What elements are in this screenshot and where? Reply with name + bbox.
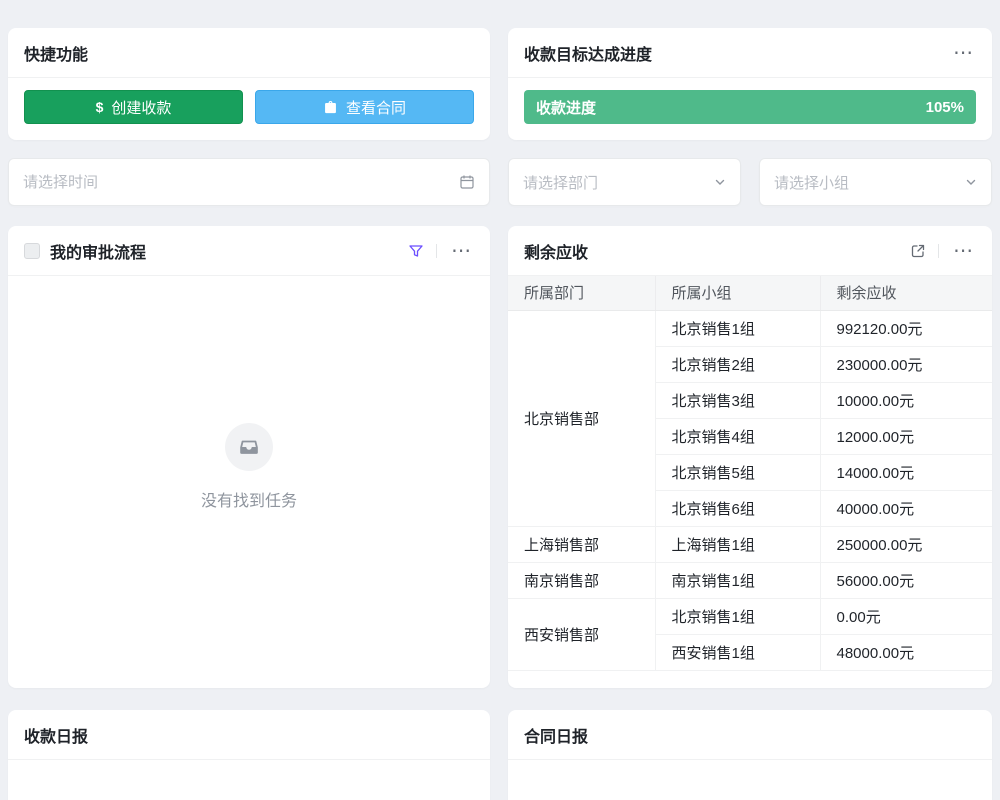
- department-cell: 上海销售部: [508, 526, 655, 562]
- create-payment-button[interactable]: $ 创建收款: [24, 90, 243, 124]
- group-cell: 北京销售1组: [655, 310, 820, 346]
- group-cell: 北京销售3组: [655, 382, 820, 418]
- empty-state-text: 没有找到任务: [201, 487, 297, 511]
- payment-daily-card: 收款日报: [8, 710, 490, 800]
- amount-cell: 14000.00元: [820, 454, 992, 490]
- table-row: 北京销售部 北京销售1组 992120.00元: [508, 310, 992, 346]
- approval-card: 我的审批流程 ⋯ 没有找到任务: [8, 226, 490, 688]
- receivables-table: 所属部门 所属小组 剩余应收 北京销售部 北京销售1组 992120.00元 北…: [508, 276, 992, 671]
- group-select-value: 请选择小组: [774, 172, 849, 193]
- department-cell: 西安销售部: [508, 598, 655, 670]
- progress-bar-value: 105%: [926, 99, 964, 116]
- progress-card-header: 收款目标达成进度 ⋯: [508, 28, 992, 78]
- filter-row: 请选择部门 请选择小组: [8, 158, 992, 206]
- amount-cell: 230000.00元: [820, 346, 992, 382]
- group-cell: 北京销售5组: [655, 454, 820, 490]
- payment-progress-bar: 收款进度 105%: [524, 90, 976, 124]
- empty-inbox-circle: [225, 423, 273, 471]
- briefcase-icon: [323, 100, 338, 115]
- view-contract-button[interactable]: 查看合同: [255, 90, 474, 124]
- department-cell: 南京销售部: [508, 562, 655, 598]
- receivables-card-header: 剩余应收 ⋯: [508, 226, 992, 276]
- dollar-icon: $: [96, 99, 104, 115]
- bottom-row: 收款日报 合同日报: [8, 710, 992, 800]
- external-link-icon[interactable]: [910, 243, 926, 259]
- group-cell: 南京销售1组: [655, 562, 820, 598]
- group-cell: 北京销售4组: [655, 418, 820, 454]
- view-contract-label: 查看合同: [346, 97, 406, 118]
- group-cell: 上海销售1组: [655, 526, 820, 562]
- payment-daily-title: 收款日报: [24, 723, 88, 747]
- payment-daily-header: 收款日报: [8, 710, 490, 760]
- quick-actions-header: 快捷功能: [8, 28, 490, 78]
- main-row: 我的审批流程 ⋯ 没有找到任务: [8, 226, 992, 688]
- progress-card-title: 收款目标达成进度: [524, 41, 652, 65]
- time-input[interactable]: [23, 174, 459, 191]
- group-cell: 北京销售6组: [655, 490, 820, 526]
- create-payment-label: 创建收款: [111, 97, 171, 118]
- contract-daily-card: 合同日报: [508, 710, 992, 800]
- group-cell: 北京销售2组: [655, 346, 820, 382]
- more-icon[interactable]: ⋯: [449, 239, 474, 263]
- inbox-icon: [238, 436, 260, 458]
- progress-card-body: 收款进度 105%: [508, 78, 992, 140]
- column-header-amount: 剩余应收: [820, 276, 992, 310]
- more-icon[interactable]: ⋯: [951, 41, 976, 65]
- calendar-icon: [459, 174, 475, 190]
- table-row: 南京销售部 南京销售1组 56000.00元: [508, 562, 992, 598]
- department-select-value: 请选择部门: [523, 172, 598, 193]
- select-all-checkbox[interactable]: [24, 243, 40, 259]
- table-header-row: 所属部门 所属小组 剩余应收: [508, 276, 992, 310]
- contract-daily-header: 合同日报: [508, 710, 992, 760]
- more-icon[interactable]: ⋯: [951, 239, 976, 263]
- group-select[interactable]: 请选择小组: [759, 158, 992, 206]
- table-row: 西安销售部 北京销售1组 0.00元: [508, 598, 992, 634]
- chevron-down-icon: [714, 176, 726, 188]
- amount-cell: 12000.00元: [820, 418, 992, 454]
- quick-actions-title: 快捷功能: [24, 41, 88, 65]
- department-cell: 北京销售部: [508, 310, 655, 526]
- contract-daily-title: 合同日报: [524, 723, 588, 747]
- column-header-group: 所属小组: [655, 276, 820, 310]
- amount-cell: 992120.00元: [820, 310, 992, 346]
- amount-cell: 10000.00元: [820, 382, 992, 418]
- column-header-department: 所属部门: [508, 276, 655, 310]
- header-divider: [938, 244, 939, 258]
- quick-actions-body: $ 创建收款 查看合同: [8, 78, 490, 140]
- amount-cell: 40000.00元: [820, 490, 992, 526]
- amount-cell: 0.00元: [820, 598, 992, 634]
- group-cell: 西安销售1组: [655, 634, 820, 670]
- time-picker[interactable]: [8, 158, 490, 206]
- top-row: 快捷功能 $ 创建收款 查看合同 收款目标达成进度: [8, 28, 992, 140]
- progress-card: 收款目标达成进度 ⋯ 收款进度 105%: [508, 28, 992, 140]
- progress-bar-label: 收款进度: [536, 97, 596, 118]
- amount-cell: 250000.00元: [820, 526, 992, 562]
- chevron-down-icon: [965, 176, 977, 188]
- approval-card-header: 我的审批流程 ⋯: [8, 226, 490, 276]
- header-divider: [436, 244, 437, 258]
- amount-cell: 56000.00元: [820, 562, 992, 598]
- receivables-card: 剩余应收 ⋯ 所属部门 所属小组 剩余应收: [508, 226, 992, 688]
- filter-icon[interactable]: [408, 243, 424, 259]
- approval-empty-state: 没有找到任务: [8, 276, 490, 688]
- table-row: 上海销售部 上海销售1组 250000.00元: [508, 526, 992, 562]
- amount-cell: 48000.00元: [820, 634, 992, 670]
- quick-actions-card: 快捷功能 $ 创建收款 查看合同: [8, 28, 490, 140]
- receivables-card-title: 剩余应收: [524, 239, 588, 263]
- group-cell: 北京销售1组: [655, 598, 820, 634]
- department-select[interactable]: 请选择部门: [508, 158, 741, 206]
- dashboard: 快捷功能 $ 创建收款 查看合同 收款目标达成进度: [8, 28, 992, 800]
- approval-card-title: 我的审批流程: [50, 239, 146, 263]
